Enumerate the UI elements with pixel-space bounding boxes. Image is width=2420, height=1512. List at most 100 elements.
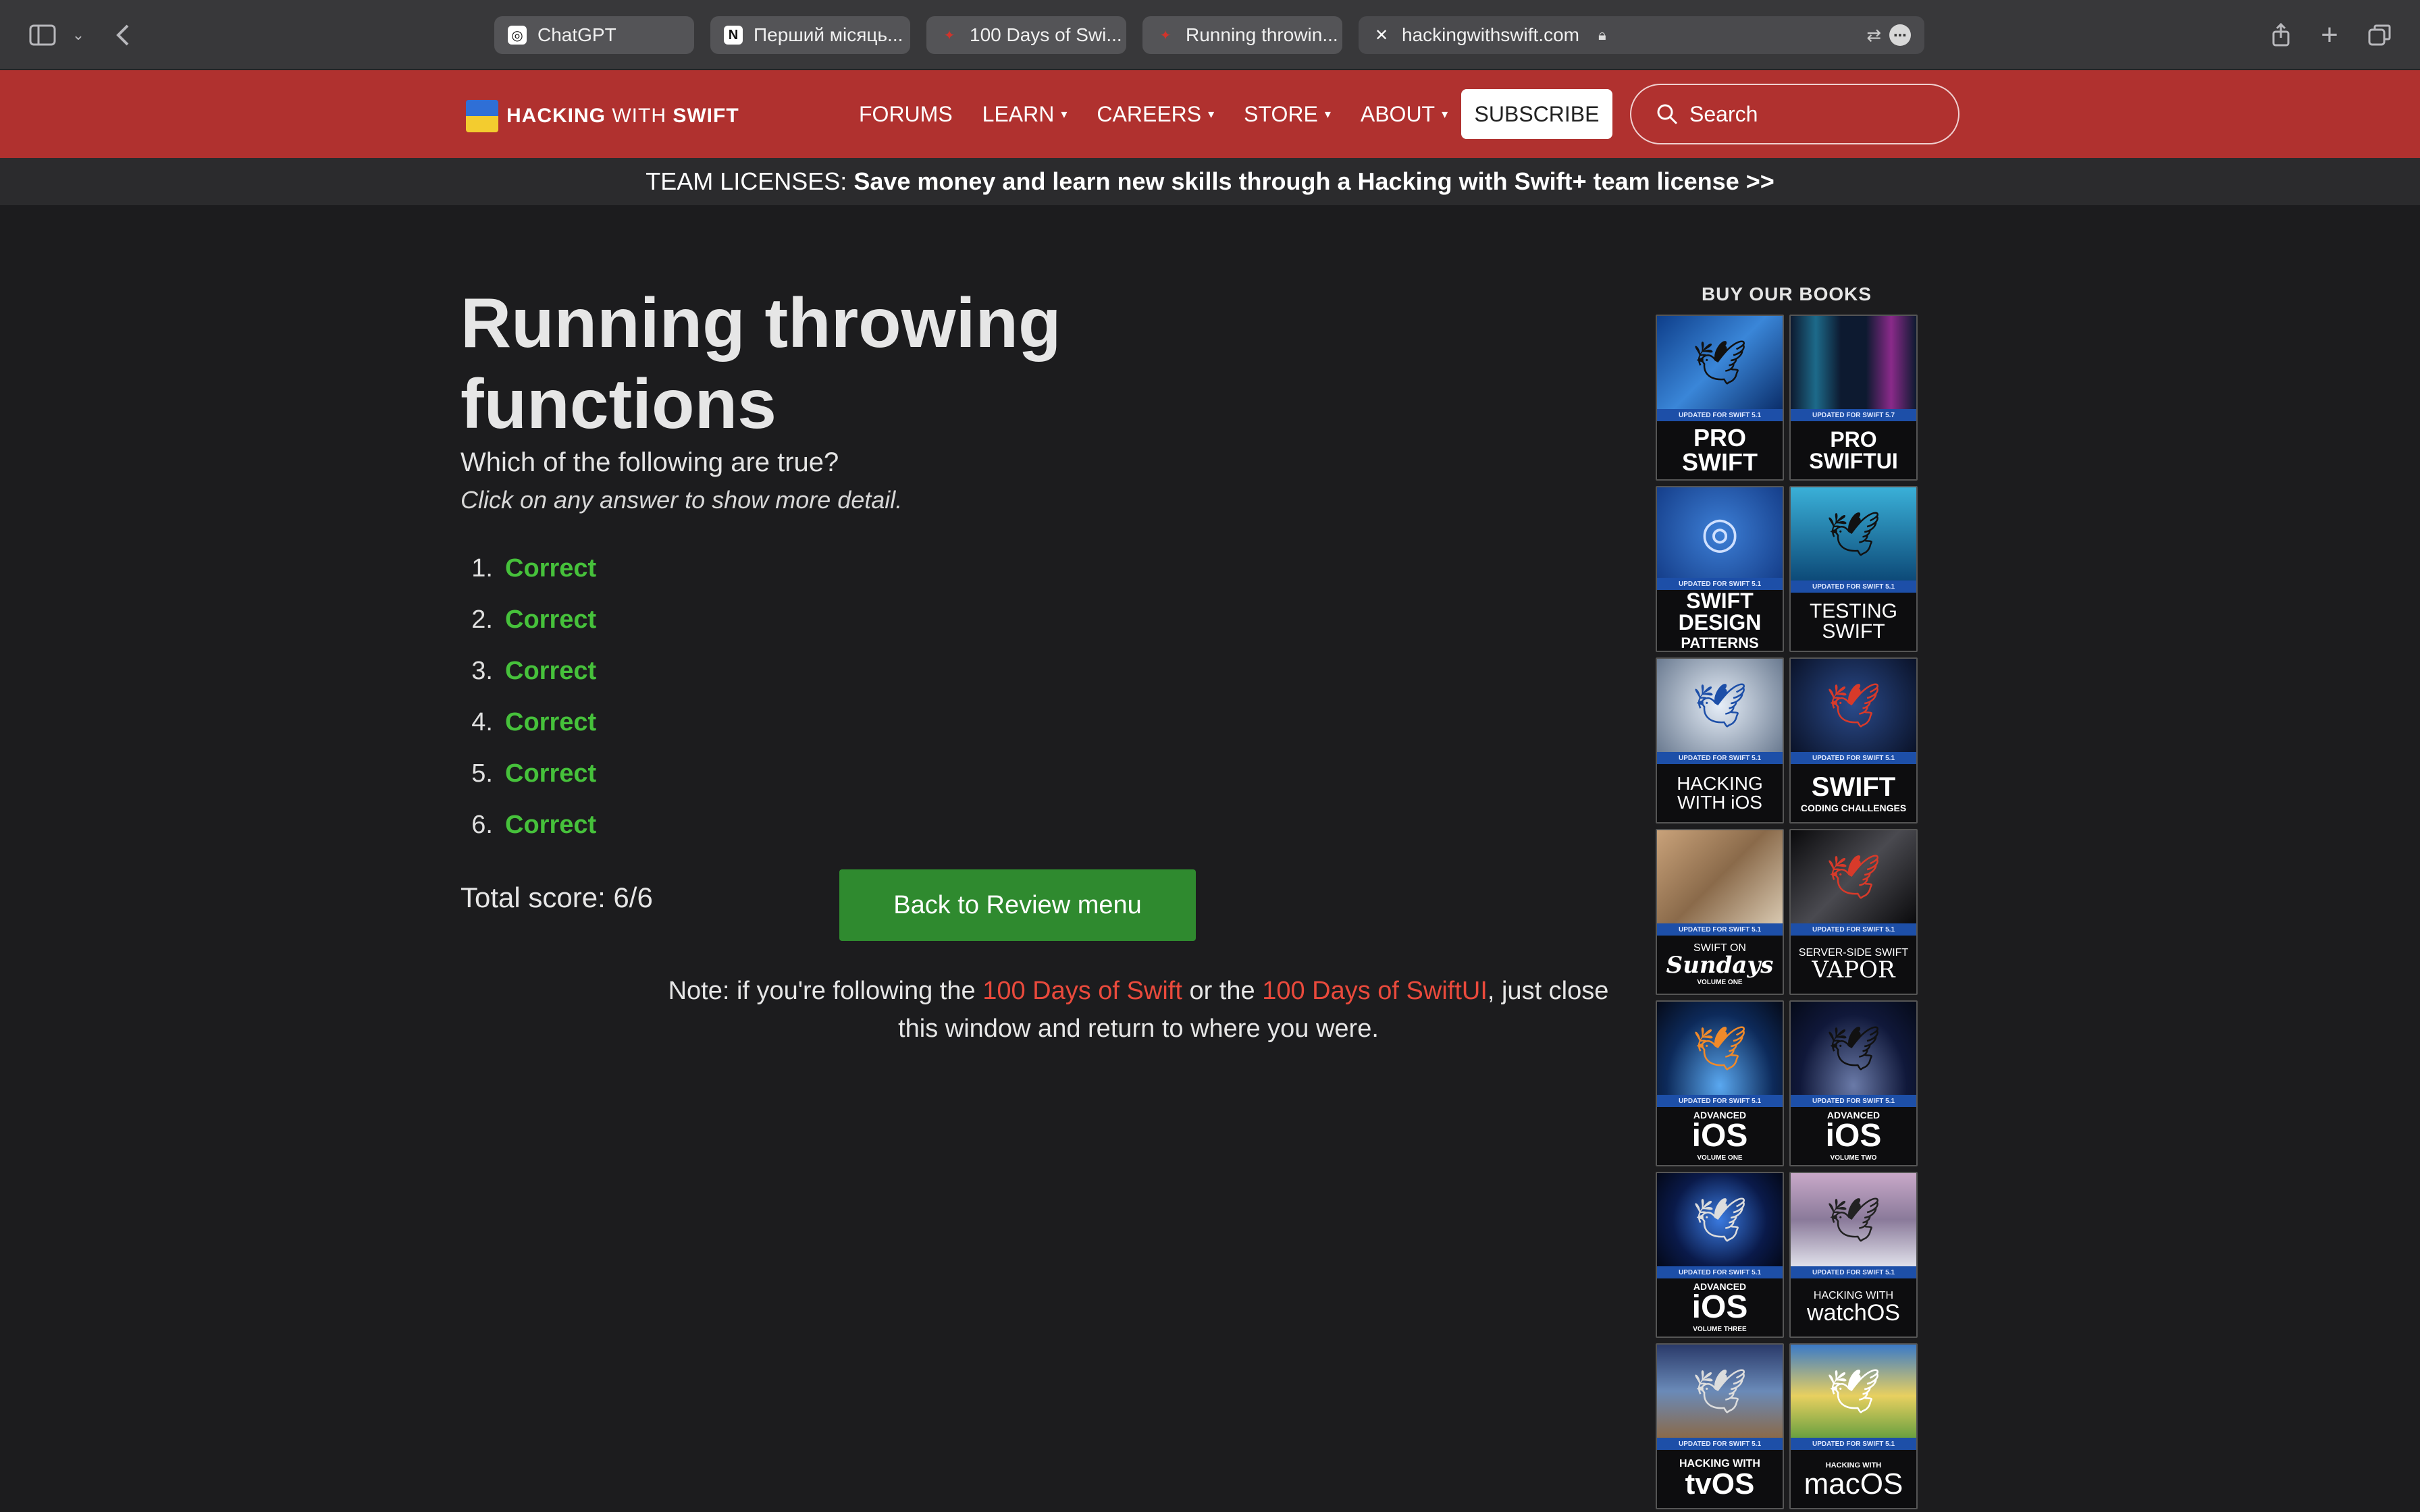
book-title-line: SWIFT bbox=[1686, 589, 1754, 613]
100-days-swift-link[interactable]: 100 Days of Swift bbox=[982, 977, 1182, 1005]
answer-result-link[interactable]: Correct bbox=[505, 554, 596, 583]
answer-number: 3. bbox=[471, 656, 493, 685]
hint-text: Click on any answer to show more detail. bbox=[461, 486, 903, 514]
address-bar[interactable]: ✕ hackingwithswift.com 🔒︎ ⇄ ⋯ bbox=[1359, 16, 1924, 54]
search-placeholder: Search bbox=[1689, 101, 1758, 126]
logo-with: WITH bbox=[612, 105, 666, 127]
book-title-line: tvOS bbox=[1685, 1467, 1755, 1501]
site-header: HACKING WITH SWIFT FORUMS LEARN ▾ CAREERS… bbox=[0, 70, 2420, 158]
books-sidebar: BUY OUR BOOKS 🕊︎ UPDATED FOR SWIFT 5.1 P… bbox=[1656, 284, 1918, 1509]
book-swift-design-patterns[interactable]: ◎ UPDATED FOR SWIFT 5.1 SWIFT DESIGN PATTE… bbox=[1656, 486, 1784, 652]
answer-item: 6. Correct bbox=[461, 799, 1392, 850]
book-cover-art: 🕊︎ bbox=[1657, 1173, 1783, 1266]
book-advanced-ios-volume-one[interactable]: 🕊︎ UPDATED FOR SWIFT 5.1 ADVANCED iOS VOLU… bbox=[1656, 1000, 1784, 1166]
caret-down-icon: ▾ bbox=[1442, 107, 1448, 121]
book-title-line: macOS bbox=[1804, 1467, 1903, 1501]
tab-label: Running throwin... bbox=[1186, 24, 1338, 45]
back-to-review-button[interactable]: Back to Review menu bbox=[839, 869, 1196, 941]
subscribe-button[interactable]: SUBSCRIBE bbox=[1461, 89, 1612, 139]
nav-about[interactable]: ABOUT ▾ bbox=[1361, 97, 1448, 131]
answer-result-link[interactable]: Correct bbox=[505, 811, 596, 840]
nav-store[interactable]: STORE ▾ bbox=[1244, 97, 1331, 131]
book-hacking-with-ios[interactable]: 🕊︎ UPDATED FOR SWIFT 5.1 HACKING WITH iOS bbox=[1656, 657, 1784, 824]
book-title-line: CODING CHALLENGES bbox=[1800, 803, 1907, 813]
caret-down-icon: ▾ bbox=[1324, 107, 1331, 121]
answers-list: 1. Correct 2. Correct 3. Correct 4. Correct … bbox=[461, 543, 1392, 850]
search-input[interactable]: Search bbox=[1630, 84, 1959, 144]
book-title-line: VOLUME TWO bbox=[1830, 1154, 1877, 1162]
chevron-down-icon[interactable]: ⌄ bbox=[66, 18, 90, 53]
tab-overview-icon[interactable] bbox=[2365, 18, 2394, 53]
answer-item: 5. Correct bbox=[461, 748, 1392, 799]
book-title-line: TESTING bbox=[1809, 600, 1897, 622]
sidebar-toggle-icon[interactable] bbox=[24, 18, 61, 53]
book-testing-swift[interactable]: 🕊︎ UPDATED FOR SWIFT 5.1 TESTING SWIFT bbox=[1789, 486, 1918, 652]
note-text: Note: if you're following the 100 Days o… bbox=[663, 972, 1614, 1048]
book-cover-art: 🕊︎ bbox=[1657, 1002, 1783, 1095]
swift-bird-icon: 🕊︎ bbox=[1826, 1024, 1881, 1073]
answer-result-link[interactable]: Correct bbox=[505, 605, 596, 634]
nav-store-label: STORE bbox=[1244, 101, 1318, 126]
share-icon[interactable] bbox=[2267, 18, 2294, 53]
book-title-line: Sundays bbox=[1666, 952, 1774, 979]
team-license-banner[interactable]: TEAM LICENSES: Save money and learn new … bbox=[0, 158, 2420, 205]
page-title: Running throwing functions bbox=[461, 284, 1061, 443]
swift-bird-icon: 🕊︎ bbox=[1826, 681, 1881, 730]
book-swift-on-sundays[interactable]: UPDATED FOR SWIFT 5.1 SWIFT ON Sundays VOL… bbox=[1656, 829, 1784, 995]
new-tab-icon[interactable]: + bbox=[2316, 18, 2343, 53]
tab-chatgpt[interactable]: ◎ ChatGPT bbox=[494, 16, 694, 54]
book-updated-label: UPDATED FOR SWIFT 5.1 bbox=[1791, 580, 1916, 593]
answer-result-link[interactable]: Correct bbox=[505, 708, 596, 737]
translate-icon[interactable]: ⇄ bbox=[1866, 25, 1881, 46]
book-server-side-swift-vapor[interactable]: 🕊︎ UPDATED FOR SWIFT 5.1 SERVER-SIDE SWI… bbox=[1789, 829, 1918, 995]
book-advanced-ios-volume-three[interactable]: 🕊︎ UPDATED FOR SWIFT 5.1 ADVANCED iOS VOLU… bbox=[1656, 1172, 1784, 1338]
nav-careers-label: CAREERS bbox=[1097, 101, 1202, 126]
nav-learn-label: LEARN bbox=[982, 101, 1055, 126]
book-hacking-with-watchos[interactable]: 🕊︎ UPDATED FOR SWIFT 5.1 HACKING WITH wat… bbox=[1789, 1172, 1918, 1338]
book-cover-art: ◎ bbox=[1657, 487, 1783, 578]
books-heading: BUY OUR BOOKS bbox=[1701, 284, 1872, 304]
book-updated-label: UPDATED FOR SWIFT 5.1 bbox=[1657, 409, 1783, 421]
tab-notion[interactable]: N Перший місяць... bbox=[710, 16, 910, 54]
close-tab-icon[interactable]: ✕ bbox=[1372, 26, 1391, 45]
book-cover-art: 🕊︎ bbox=[1657, 316, 1783, 409]
book-title-line: SWIFT bbox=[1811, 772, 1896, 802]
answer-item: 1. Correct bbox=[461, 543, 1392, 594]
tab-100-days[interactable]: ✦ 100 Days of Swi... bbox=[926, 16, 1126, 54]
answer-number: 2. bbox=[471, 605, 493, 634]
answer-result-link[interactable]: Correct bbox=[505, 657, 596, 686]
100-days-swiftui-link[interactable]: 100 Days of SwiftUI bbox=[1262, 977, 1488, 1005]
answer-number: 6. bbox=[471, 810, 493, 839]
swift-bird-icon: 🕊︎ bbox=[1692, 1195, 1747, 1244]
book-pro-swift[interactable]: 🕊︎ UPDATED FOR SWIFT 5.1 PRO SWIFT bbox=[1656, 315, 1784, 481]
more-icon[interactable]: ⋯ bbox=[1889, 24, 1911, 46]
book-swift-coding-challenges[interactable]: 🕊︎ UPDATED FOR SWIFT 5.1 SWIFT CODING CHA… bbox=[1789, 657, 1918, 824]
main-nav: FORUMS LEARN ▾ CAREERS ▾ STORE ▾ ABOUT ▾ bbox=[859, 97, 1448, 131]
hws-icon: ✦ bbox=[1159, 28, 1172, 43]
book-hacking-with-macos[interactable]: 🕊︎ UPDATED FOR SWIFT 5.1 HACKING WITH mac… bbox=[1789, 1343, 1918, 1509]
promo-text: Save money and learn new skills through … bbox=[853, 167, 1774, 195]
book-title-line: iOS bbox=[1691, 1289, 1748, 1325]
nav-forums[interactable]: FORUMS bbox=[859, 97, 953, 131]
tab-running-throwing[interactable]: ✦ Running throwin... bbox=[1142, 16, 1342, 54]
book-advanced-ios-volume-two[interactable]: 🕊︎ UPDATED FOR SWIFT 5.1 ADVANCED iOS VOLU… bbox=[1789, 1000, 1918, 1166]
back-arrow-icon[interactable] bbox=[108, 18, 138, 53]
lock-icon: 🔒︎ bbox=[1598, 26, 1606, 43]
answer-result-link[interactable]: Correct bbox=[505, 759, 596, 788]
answer-number: 4. bbox=[471, 707, 493, 736]
swift-bird-icon: 🕊︎ bbox=[1826, 853, 1881, 901]
book-title-line: WITH iOS bbox=[1677, 792, 1762, 813]
book-pro-swiftui[interactable]: UPDATED FOR SWIFT 5.7 PRO SWIFTUI bbox=[1789, 315, 1918, 481]
review-content: Running throwing functions Which of the … bbox=[461, 284, 1608, 1043]
book-title-line: iOS bbox=[1825, 1118, 1882, 1154]
book-updated-label: UPDATED FOR SWIFT 5.1 bbox=[1791, 1095, 1916, 1107]
site-logo[interactable]: HACKING WITH SWIFT bbox=[466, 100, 739, 132]
book-updated-label: UPDATED FOR SWIFT 5.1 bbox=[1657, 1095, 1783, 1107]
book-title-line: SWIFTUI bbox=[1809, 449, 1898, 473]
swift-bird-icon: 🕊︎ bbox=[1692, 681, 1747, 730]
swift-bird-icon: 🕊︎ bbox=[1826, 1367, 1881, 1415]
book-hacking-with-tvos[interactable]: 🕊︎ UPDATED FOR SWIFT 5.1 HACKING WITH tvO… bbox=[1656, 1343, 1784, 1509]
nav-careers[interactable]: CAREERS ▾ bbox=[1097, 97, 1214, 131]
book-title-line: SWIFT bbox=[1682, 448, 1758, 476]
nav-learn[interactable]: LEARN ▾ bbox=[982, 97, 1068, 131]
